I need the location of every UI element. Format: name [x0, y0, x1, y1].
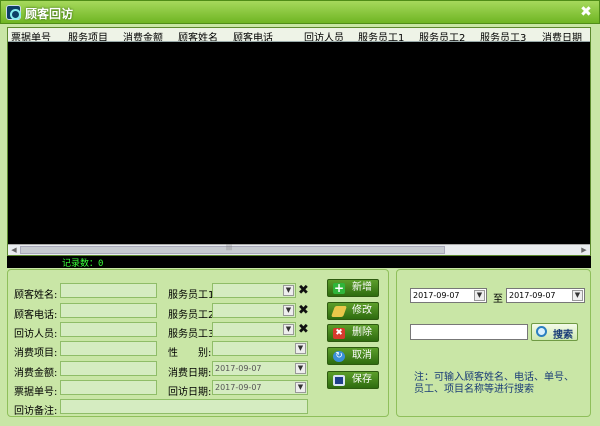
ticket-no-field[interactable] [60, 380, 157, 395]
magnifier-icon [536, 326, 547, 337]
column-header-visitor[interactable]: 回访人员 [304, 29, 344, 41]
column-header-staff-2[interactable]: 服务员工2 [419, 29, 465, 41]
consume-date-value: 2017-09-07 [215, 364, 262, 373]
to-label: 至 [493, 294, 503, 305]
customer-name-field[interactable] [60, 283, 157, 298]
visitor-label: 回访人员: [14, 329, 58, 340]
grid-header: 票据单号 服务项目 消费金额 顾客姓名 顾客电话 回访人员 服务员工1 服务员工… [8, 28, 590, 42]
date-from-value: 2017-09-07 [413, 291, 460, 300]
search-button-label: 搜索 [553, 330, 573, 341]
chevron-down-icon[interactable]: ▼ [283, 324, 294, 335]
staff-2-select[interactable]: ▼ [212, 303, 296, 318]
record-count: 记录数：0 [62, 259, 104, 269]
add-button[interactable]: + 新增 [327, 279, 379, 297]
chevron-down-icon[interactable]: ▼ [283, 305, 294, 316]
chevron-down-icon[interactable]: ▼ [283, 285, 294, 296]
column-header-consume-date[interactable]: 消费日期 [542, 29, 582, 41]
column-header-ticket-no[interactable]: 票据单号 [11, 29, 51, 41]
scroll-right-icon[interactable]: ▶ [579, 246, 589, 255]
edit-icon [330, 306, 348, 317]
consume-amount-field[interactable] [60, 361, 157, 376]
scroll-left-icon[interactable]: ◀ [9, 246, 19, 255]
date-from-picker[interactable]: 2017-09-07 ▼ [410, 288, 487, 303]
visitor-field[interactable] [60, 322, 157, 337]
records-grid[interactable]: 票据单号 服务项目 消费金额 顾客姓名 顾客电话 回访人员 服务员工1 服务员工… [7, 27, 591, 256]
plus-icon: + [333, 281, 345, 295]
customer-phone-field[interactable] [60, 303, 157, 318]
save-button-label: 保存 [352, 374, 372, 385]
edit-button-label: 修改 [352, 305, 372, 316]
delete-button[interactable]: ✖ 删除 [327, 324, 379, 342]
column-header-amount[interactable]: 消费金额 [123, 29, 163, 41]
date-to-value: 2017-09-07 [509, 291, 556, 300]
column-header-staff-3[interactable]: 服务员工3 [480, 29, 526, 41]
delete-icon: ✖ [333, 328, 345, 339]
clear-staff-2-icon[interactable]: ✖ [298, 304, 309, 317]
app-icon [6, 5, 21, 20]
search-hint-note: 注：可输入顾客姓名、电话、单号、员工、项目名称等进行搜索 [414, 372, 574, 395]
consume-item-label: 消费项目: [14, 348, 58, 359]
column-header-customer-name[interactable]: 顾客姓名 [178, 29, 218, 41]
customer-phone-label: 顾客电话: [14, 310, 58, 321]
staff-3-select[interactable]: ▼ [212, 322, 296, 337]
clear-staff-3-icon[interactable]: ✖ [298, 323, 309, 336]
staff-1-select[interactable]: ▼ [212, 283, 296, 298]
column-header-customer-phone[interactable]: 顾客电话 [233, 29, 273, 41]
visit-remark-label: 回访备注: [14, 406, 58, 417]
staff-2-label: 服务员工2 [168, 310, 215, 321]
horizontal-scrollbar[interactable]: ◀ ▶ [8, 244, 590, 255]
cancel-button[interactable]: ↻ 取消 [327, 347, 379, 365]
staff-1-label: 服务员工1 [168, 290, 215, 301]
date-to-picker[interactable]: 2017-09-07 ▼ [506, 288, 585, 303]
search-input[interactable] [410, 324, 528, 340]
record-count-bar: 记录数：0 [7, 256, 591, 269]
chevron-down-icon[interactable]: ▼ [295, 343, 306, 354]
visit-date-label: 回访日期: [168, 387, 212, 398]
gender-label: 性 别: [168, 348, 212, 359]
edit-button[interactable]: 修改 [327, 302, 379, 320]
customer-name-label: 顾客姓名: [14, 290, 58, 301]
column-header-service-item[interactable]: 服务项目 [68, 29, 108, 41]
close-icon[interactable]: ✖ [577, 3, 595, 21]
ticket-no-label: 票据单号: [14, 387, 58, 398]
visit-remark-field[interactable] [60, 399, 308, 414]
window-title: 顾客回访 [25, 7, 74, 21]
staff-3-label: 服务员工3 [168, 329, 215, 340]
visit-date-picker[interactable]: 2017-09-07 ▼ [212, 380, 308, 395]
cancel-button-label: 取消 [352, 350, 372, 361]
add-button-label: 新增 [352, 282, 372, 293]
chevron-down-icon[interactable]: ▼ [295, 363, 306, 374]
chevron-down-icon[interactable]: ▼ [295, 382, 306, 393]
column-header-staff-1[interactable]: 服务员工1 [358, 29, 404, 41]
gender-select[interactable]: ▼ [212, 341, 308, 356]
chevron-down-icon[interactable]: ▼ [474, 290, 485, 301]
consume-amount-label: 消费金额: [14, 368, 58, 379]
consume-date-picker[interactable]: 2017-09-07 ▼ [212, 361, 308, 376]
chevron-down-icon[interactable]: ▼ [572, 290, 583, 301]
refresh-icon: ↻ [333, 351, 345, 362]
consume-item-field[interactable] [60, 341, 157, 356]
clear-staff-1-icon[interactable]: ✖ [298, 284, 309, 297]
save-icon [333, 375, 345, 386]
title-bar: 顾客回访 ✖ [0, 0, 600, 24]
visit-date-value: 2017-09-07 [215, 383, 262, 392]
search-button[interactable]: 搜索 [531, 323, 578, 341]
save-button[interactable]: 保存 [327, 371, 379, 389]
delete-button-label: 删除 [352, 327, 372, 338]
consume-date-label: 消费日期: [168, 368, 212, 379]
scrollbar-thumb[interactable] [20, 244, 445, 254]
